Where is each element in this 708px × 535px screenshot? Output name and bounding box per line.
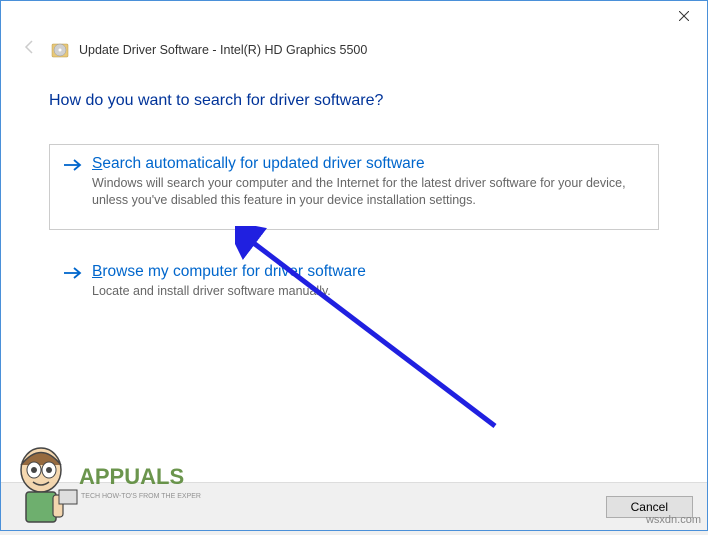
page-title: How do you want to search for driver sof… xyxy=(49,92,659,110)
option-description: Locate and install driver software manua… xyxy=(92,283,644,300)
close-button[interactable] xyxy=(661,1,707,31)
option-browse-computer[interactable]: Browse my computer for driver software L… xyxy=(49,252,659,321)
window-title: Update Driver Software - Intel(R) HD Gra… xyxy=(79,43,367,57)
option-title: Search automatically for updated driver … xyxy=(92,155,644,173)
back-arrow-icon xyxy=(19,39,41,60)
header: Update Driver Software - Intel(R) HD Gra… xyxy=(1,31,707,74)
cd-disk-icon xyxy=(51,41,69,59)
content-area: How do you want to search for driver sof… xyxy=(1,74,707,353)
option-search-automatically[interactable]: Search automatically for updated driver … xyxy=(49,144,659,230)
update-driver-wizard: Update Driver Software - Intel(R) HD Gra… xyxy=(0,0,708,531)
arrow-right-icon xyxy=(64,155,84,177)
footer: Cancel xyxy=(1,482,707,530)
cancel-button[interactable]: Cancel xyxy=(606,496,693,518)
arrow-right-icon xyxy=(64,263,84,285)
close-icon xyxy=(679,11,689,21)
option-description: Windows will search your computer and th… xyxy=(92,175,644,209)
titlebar xyxy=(1,1,707,31)
option-title: Browse my computer for driver software xyxy=(92,263,644,281)
